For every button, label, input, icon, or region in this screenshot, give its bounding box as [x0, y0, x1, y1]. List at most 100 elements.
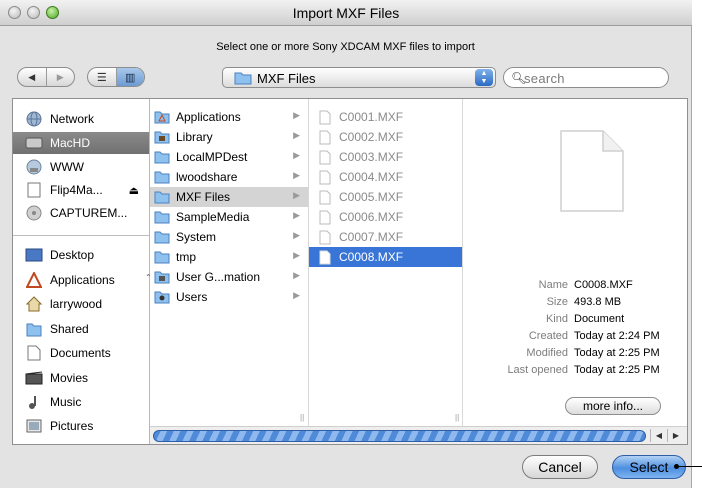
list-item[interactable]: LocalMPDest ▶ — [150, 147, 308, 167]
sidebar: Network MacHD WWW Flip4Ma... ⏏ CAPTUREM.… — [13, 99, 150, 444]
sidebar-item-label: WWW — [50, 160, 84, 174]
info-value: Today at 2:24 PM — [574, 330, 660, 342]
scroll-arrows: ◀ ▶ — [650, 429, 684, 442]
sidebar-item-desktop[interactable]: Desktop — [13, 244, 149, 266]
list-item-label: C0001.MXF — [339, 110, 404, 124]
chevron-right-icon: ▶ — [293, 230, 300, 240]
chevron-right-icon: ▶ — [293, 170, 300, 180]
sidebar-item-network[interactable]: Network — [13, 108, 149, 130]
list-item[interactable]: Applications ▶ — [150, 107, 308, 127]
list-item-label: System — [176, 230, 217, 244]
list-item[interactable]: SampleMedia ▶ — [150, 207, 308, 227]
list-item-label: Applications — [176, 110, 241, 124]
popup-arrows-icon: ▲ ▼ — [475, 69, 493, 86]
sidebar-item-label: Flip4Ma... — [50, 183, 103, 197]
chevron-right-icon: ▶ — [293, 270, 300, 280]
list-item[interactable]: User G...mation ▶ — [150, 267, 308, 287]
info-key: Last opened — [507, 364, 568, 376]
list-item-label: SampleMedia — [176, 210, 250, 224]
sidebar-item-shared[interactable]: Shared — [13, 318, 149, 340]
list-item[interactable]: C0005.MXF — [309, 187, 462, 207]
movies-icon — [25, 370, 43, 386]
scroll-right-icon[interactable]: ▶ — [667, 429, 684, 442]
sidebar-item-movies[interactable]: Movies — [13, 367, 149, 389]
list-item[interactable]: C0007.MXF — [309, 227, 462, 247]
network-globe-icon — [25, 111, 43, 127]
list-view-button[interactable]: ☰ — [88, 68, 117, 86]
scrollbar-thumb[interactable] — [153, 430, 646, 442]
back-button[interactable]: ◀ — [18, 68, 47, 86]
sidebar-item-home[interactable]: larrywood — [13, 293, 149, 315]
sidebar-item-label: Shared — [50, 322, 89, 336]
sidebar-item-documents[interactable]: Documents — [13, 342, 149, 364]
info-key: Name — [538, 279, 568, 291]
list-item-label: LocalMPDest — [176, 150, 248, 164]
sidebar-item-label: Movies — [50, 371, 89, 385]
chevron-right-icon: ▶ — [293, 150, 300, 160]
column-view-button[interactable]: ▥ — [116, 68, 144, 86]
cancel-button[interactable]: Cancel — [522, 455, 598, 479]
list-item[interactable]: MXF Files ▶ — [150, 187, 308, 207]
list-item-label: MXF Files — [176, 190, 230, 204]
sidebar-item-label: Network — [50, 112, 95, 126]
info-row: Modified Today at 2:25 PM — [463, 347, 687, 361]
list-item-label: lwoodshare — [176, 170, 238, 184]
info-row: Size 493.8 MB — [463, 296, 687, 310]
sidebar-item-label: Applications — [50, 273, 115, 287]
chevron-right-icon: ▶ — [293, 250, 300, 260]
list-item[interactable]: C0001.MXF — [309, 107, 462, 127]
window-title: Import MXF Files — [292, 5, 400, 21]
list-item[interactable]: C0004.MXF — [309, 167, 462, 187]
eject-icon[interactable]: ⏏ — [129, 184, 139, 197]
sidebar-item-www[interactable]: WWW — [13, 156, 149, 178]
disk-image-icon — [25, 182, 43, 198]
folder-popup-menu[interactable]: MXF Files ▲ ▼ — [222, 67, 496, 88]
info-key: Kind — [545, 313, 568, 325]
library-folder-icon — [154, 130, 170, 145]
horizontal-scrollbar[interactable]: ◀ ▶ — [150, 426, 687, 444]
document-icon — [317, 170, 333, 185]
more-info-button[interactable]: more info... — [565, 397, 661, 415]
drive-icon — [25, 205, 43, 221]
back-forward-control: ◀ ▶ — [17, 67, 75, 87]
list-item-label: C0004.MXF — [339, 170, 404, 184]
sidebar-item-capturem[interactable]: CAPTUREM... — [13, 202, 149, 224]
search-placeholder: search — [524, 71, 565, 86]
desktop-icon — [25, 247, 43, 263]
browser-column-macHD: Applications ▶ Library ▶ LocalMPDest ▶ lwoo… — [150, 99, 309, 426]
scroll-left-icon[interactable]: ◀ — [650, 429, 667, 442]
documents-icon — [25, 345, 43, 361]
search-field[interactable]: 🔍︎ search — [503, 67, 669, 88]
import-dialog-window: Import MXF Files Select one or more Sony… — [0, 0, 692, 488]
document-icon — [317, 130, 333, 145]
dialog-message: Select one or more Sony XDCAM MXF files … — [216, 41, 475, 53]
column-resize-handle[interactable]: || — [455, 413, 459, 422]
network-volume-icon — [25, 159, 43, 175]
info-row: Kind Document — [463, 313, 687, 327]
sidebar-item-flip4mac[interactable]: Flip4Ma... ⏏ — [13, 179, 149, 201]
chevron-right-icon: ▶ — [293, 110, 300, 120]
document-preview-icon — [559, 129, 625, 216]
list-item[interactable]: C0002.MXF — [309, 127, 462, 147]
list-item[interactable]: System ▶ — [150, 227, 308, 247]
sidebar-item-pictures[interactable]: Pictures — [13, 415, 149, 437]
list-item[interactable]: lwoodshare ▶ — [150, 167, 308, 187]
callout-line — [676, 466, 702, 467]
list-item[interactable]: C0008.MXF — [309, 247, 462, 267]
list-item[interactable]: tmp ▶ — [150, 247, 308, 267]
folder-icon — [154, 190, 170, 205]
column-resize-handle[interactable]: || — [300, 413, 304, 422]
hard-drive-icon — [25, 135, 43, 151]
list-item[interactable]: Library ▶ — [150, 127, 308, 147]
sidebar-item-machd[interactable]: MacHD — [13, 132, 149, 154]
forward-button[interactable]: ▶ — [47, 68, 75, 86]
sidebar-item-music[interactable]: Music — [13, 391, 149, 413]
list-item[interactable]: C0003.MXF — [309, 147, 462, 167]
list-item[interactable]: C0006.MXF — [309, 207, 462, 227]
info-value: C0008.MXF — [574, 279, 633, 291]
list-item-label: tmp — [176, 250, 197, 264]
info-key: Size — [546, 296, 568, 308]
sidebar-item-applications[interactable]: Applications — [13, 269, 149, 291]
list-item[interactable]: Users ▶ — [150, 287, 308, 307]
sidebar-item-label: CAPTUREM... — [50, 206, 128, 220]
